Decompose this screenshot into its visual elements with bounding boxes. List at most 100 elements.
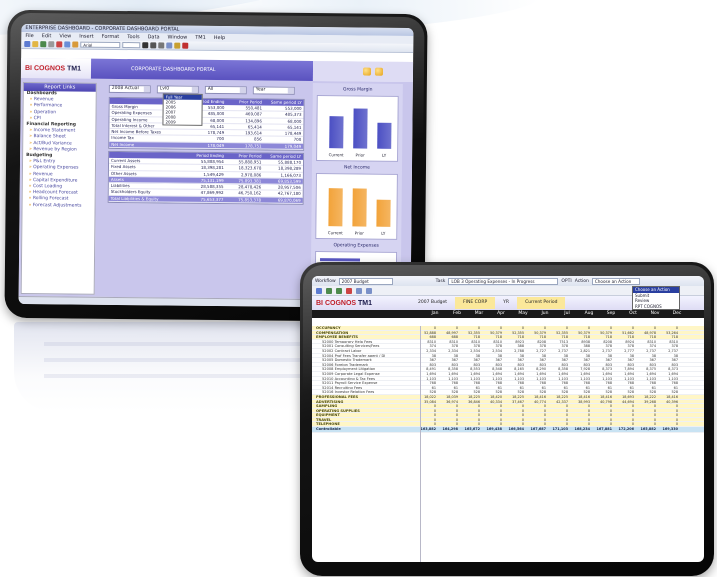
grid-cell[interactable]: 2,534 <box>460 349 482 353</box>
grid-cell[interactable]: 7,894 <box>614 367 636 372</box>
grid-cell[interactable]: 1,694 <box>526 372 548 376</box>
grid-cell[interactable]: 0 <box>570 413 592 417</box>
grid-cell[interactable]: 169,330 <box>658 427 680 432</box>
grid-cell[interactable]: 37,467 <box>504 400 526 404</box>
grid-cell[interactable]: 50,379 <box>482 331 504 335</box>
grid-cell[interactable]: 0 <box>460 418 482 422</box>
font-size-select[interactable] <box>122 42 141 49</box>
entity-filter[interactable]: All <box>204 85 247 95</box>
grid-cell[interactable]: 0 <box>482 413 504 417</box>
grid-cell[interactable]: 718 <box>548 335 570 339</box>
new-icon[interactable] <box>24 40 31 48</box>
grid-cell[interactable]: 38 <box>614 354 636 358</box>
grid-cell[interactable]: 38 <box>438 354 460 358</box>
grid-cell[interactable]: 378 <box>460 344 482 349</box>
menu-item[interactable]: Help <box>214 34 225 42</box>
grid-cell[interactable]: 1,694 <box>504 372 526 376</box>
grid-cell[interactable]: 18,225 <box>460 395 482 399</box>
grid-cell[interactable]: 768 <box>526 381 548 385</box>
grid-cell[interactable]: 18,420 <box>482 395 504 399</box>
grid-cell[interactable]: 2,821 <box>570 349 592 353</box>
grid-cell[interactable]: 768 <box>614 381 636 385</box>
grid-cell[interactable]: 2,334 <box>438 349 460 353</box>
grid-cell[interactable]: 803 <box>438 363 460 367</box>
grid-cell[interactable]: 0 <box>548 418 570 422</box>
grid-cell[interactable]: 0 <box>592 409 614 413</box>
grid-cell[interactable]: 18,416 <box>570 395 592 399</box>
grid-cell[interactable]: 61 <box>482 386 504 390</box>
grid-cell[interactable]: 367 <box>460 358 482 362</box>
grid-cell[interactable]: 40,774 <box>526 400 548 404</box>
grid-cell[interactable]: 18,039 <box>438 395 460 399</box>
period-cell[interactable]: Current Period <box>517 297 566 309</box>
grid-cell[interactable]: 18,693 <box>614 395 636 399</box>
grid-cell[interactable]: 768 <box>636 381 658 385</box>
grid-cell[interactable]: 0 <box>504 413 526 417</box>
grid-cell[interactable]: 0 <box>504 404 526 408</box>
grid-cell[interactable]: 1,103 <box>570 377 592 381</box>
grid-cell[interactable]: 803 <box>504 363 526 367</box>
menu-item[interactable]: Format <box>102 33 120 41</box>
grid-cell[interactable]: 2,534 <box>482 349 504 353</box>
grid-cell[interactable]: 0 <box>658 418 680 422</box>
grid-cell[interactable]: 1,694 <box>636 372 658 376</box>
grid-cell[interactable]: 38 <box>482 354 504 358</box>
grid-cell[interactable]: 718 <box>636 335 658 339</box>
grid-cell[interactable]: 1,103 <box>526 377 548 381</box>
version-filter[interactable]: 2008 Actual <box>108 84 151 94</box>
grid-cell[interactable]: 0 <box>504 409 526 413</box>
grid-cell[interactable]: 0 <box>614 422 636 427</box>
sidebar-item[interactable]: Forecast Adjustments <box>23 203 95 210</box>
grid-cell[interactable]: 0 <box>548 413 570 417</box>
grid-cell[interactable]: 0 <box>614 418 636 422</box>
grid-cell[interactable]: 718 <box>526 335 548 339</box>
grid-cell[interactable]: 2,777 <box>614 349 636 353</box>
grid-cell[interactable]: 0 <box>570 404 592 408</box>
grid-cell[interactable]: 8,358 <box>438 367 460 372</box>
grid-cell[interactable]: 718 <box>460 335 482 339</box>
grid-cell[interactable]: 1,103 <box>438 377 460 381</box>
grid-cell[interactable]: 44,694 <box>614 400 636 404</box>
menu-item[interactable]: TM1 <box>195 34 206 42</box>
grid-cell[interactable]: 528 <box>548 390 570 395</box>
menu-item[interactable]: Window <box>167 33 187 41</box>
grid-cell[interactable]: 61 <box>636 386 658 390</box>
grid-cell[interactable]: 0 <box>658 409 680 413</box>
grid-cell[interactable]: 367 <box>658 358 680 362</box>
grid-cell[interactable]: 61 <box>526 386 548 390</box>
grid-cell[interactable]: 803 <box>460 363 482 367</box>
grid-cell[interactable]: 367 <box>636 358 658 362</box>
grid-cell[interactable]: 367 <box>570 358 592 362</box>
grid-cell[interactable]: 528 <box>592 390 614 395</box>
grid-cell[interactable]: 38 <box>570 354 592 358</box>
grid-cell[interactable]: 1,694 <box>482 372 504 376</box>
grid-cell[interactable]: 8208 <box>526 340 548 344</box>
dropdown-option[interactable]: 2009 <box>163 119 201 124</box>
grid-cell[interactable]: 166,564 <box>504 427 526 432</box>
grid-cell[interactable]: 0 <box>548 422 570 427</box>
align-icon[interactable] <box>166 42 173 49</box>
year-cell[interactable]: YR <box>495 297 517 309</box>
grid-cell[interactable]: 52,355 <box>548 331 570 335</box>
grid-cell[interactable]: 8310 <box>460 340 482 344</box>
copy-icon[interactable] <box>64 41 71 48</box>
grid-cell[interactable]: 0 <box>460 422 482 427</box>
grid-cell[interactable]: 528 <box>614 390 636 395</box>
grid-cell[interactable]: 378 <box>592 344 614 349</box>
grid-cell[interactable]: 0 <box>548 326 570 330</box>
grid-cell[interactable]: 8,358 <box>548 367 570 372</box>
grid-cell[interactable]: 50,379 <box>592 331 614 335</box>
grid-cell[interactable]: 18,416 <box>658 395 680 399</box>
grid-cell[interactable]: 378 <box>658 344 680 349</box>
grid-cell[interactable]: 378 <box>438 344 460 349</box>
grid-cell[interactable]: 0 <box>614 404 636 408</box>
grid-cell[interactable]: 718 <box>482 335 504 339</box>
grid-cell[interactable]: 528 <box>504 390 526 395</box>
grid-cell[interactable]: 50,379 <box>570 331 592 335</box>
menu-item[interactable]: Data <box>148 33 160 41</box>
save-icon[interactable] <box>326 287 332 294</box>
grid-cell[interactable]: 61 <box>614 386 636 390</box>
grid-cell[interactable]: 0 <box>636 326 658 330</box>
version-select[interactable]: 2007 Budget <box>338 277 393 285</box>
grid-cell[interactable]: 8938 <box>570 340 592 344</box>
